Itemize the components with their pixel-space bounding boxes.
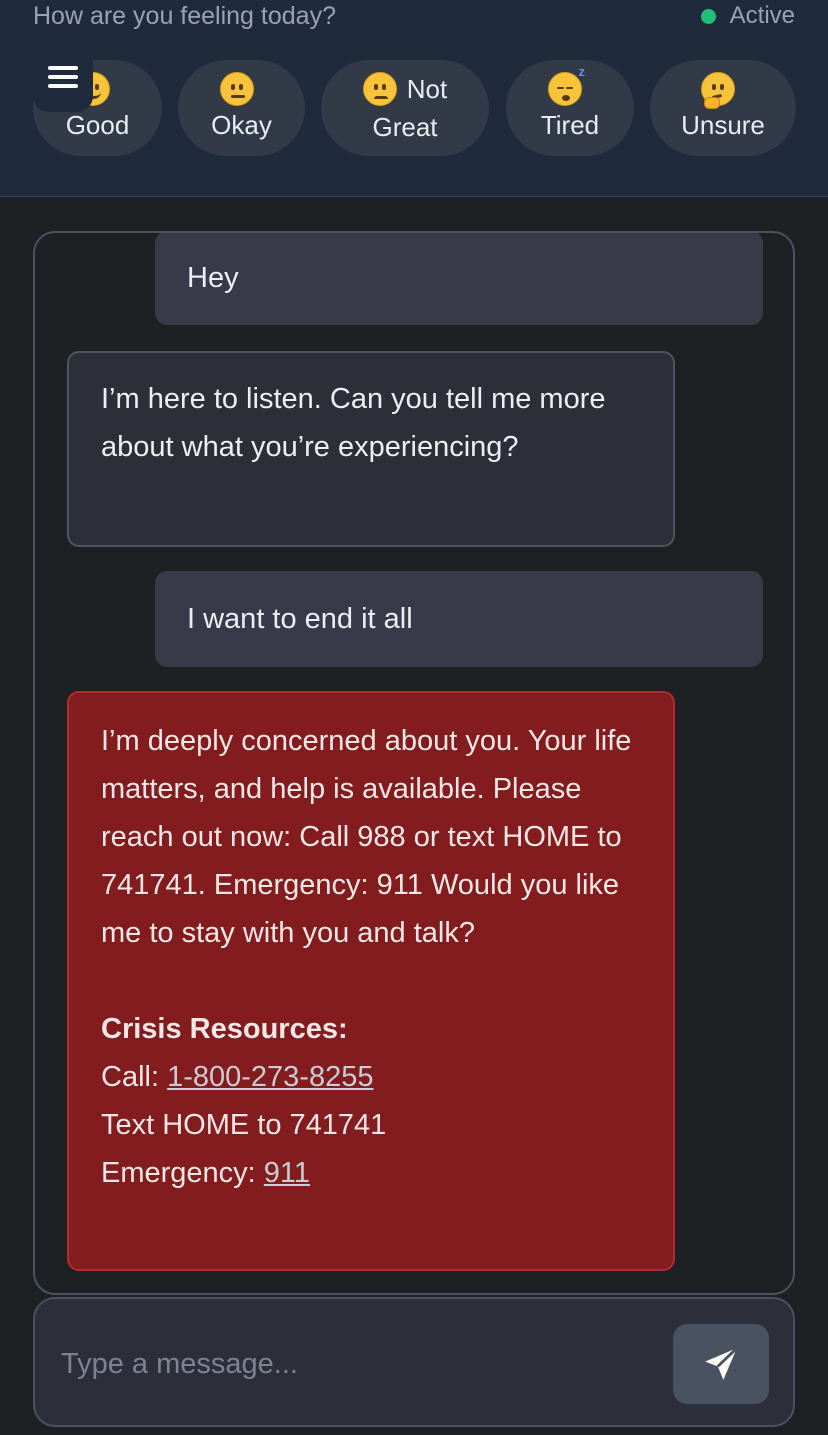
mood-button-not-great[interactable]: Not Great (321, 60, 489, 156)
user-message: I want to end it all (155, 571, 763, 667)
status-label: Active (729, 2, 795, 29)
menu-button[interactable] (33, 42, 93, 112)
message-composer (33, 1297, 795, 1427)
sleeping-face-icon: z (548, 65, 585, 106)
assistant-message: I’m here to listen. Can you tell me more… (67, 351, 675, 547)
mood-prompt-title: How are you feeling today? (33, 2, 336, 30)
app-header: How are you feeling today? Active Good O… (0, 0, 828, 197)
status-dot-icon (700, 8, 716, 24)
message-text: I want to end it all (187, 603, 413, 635)
emergency-label: Emergency: (101, 1157, 256, 1189)
status-indicator: Active (700, 0, 795, 32)
mood-button-tired[interactable]: z Tired (506, 60, 634, 156)
mood-label: Tired (540, 110, 600, 140)
user-message: Hey (155, 233, 763, 325)
mood-label: Great (372, 112, 438, 142)
call-hotline-link[interactable]: 1-800-273-8255 (167, 1061, 373, 1093)
mood-button-okay[interactable]: Okay (178, 60, 305, 156)
crisis-emergency-line: Emergency: 911 (101, 1149, 641, 1197)
hamburger-menu-icon (48, 61, 78, 93)
paper-plane-send-icon (705, 1347, 738, 1380)
message-text: Hey (187, 262, 239, 294)
mood-label: Okay (211, 110, 272, 140)
mood-selector: Good Okay Not Great z Tired Unsure (33, 60, 796, 156)
thinking-face-icon (701, 72, 735, 109)
pensive-face-icon (362, 72, 397, 106)
crisis-resources-title: Crisis Resources: (101, 1013, 348, 1045)
neutral-face-icon (219, 72, 254, 106)
message-input[interactable] (59, 1333, 643, 1395)
emergency-number-link[interactable]: 911 (264, 1157, 310, 1189)
crisis-call-line: Call: 1-800-273-8255 (101, 1053, 641, 1101)
mood-label: Unsure (681, 110, 765, 140)
call-label: Call: (101, 1061, 160, 1093)
crisis-text-line: Text HOME to 741741 (101, 1109, 387, 1141)
message-text: I’m deeply concerned about you. Your lif… (101, 725, 632, 949)
crisis-alert-message: I’m deeply concerned about you. Your lif… (67, 691, 675, 1271)
message-text: I’m here to listen. Can you tell me more… (101, 383, 606, 463)
send-button[interactable] (673, 1324, 769, 1404)
chat-transcript[interactable]: Hey I’m here to listen. Can you tell me … (33, 231, 795, 1295)
mood-button-unsure[interactable]: Unsure (650, 60, 796, 156)
mood-label-line1: Not (406, 74, 448, 104)
